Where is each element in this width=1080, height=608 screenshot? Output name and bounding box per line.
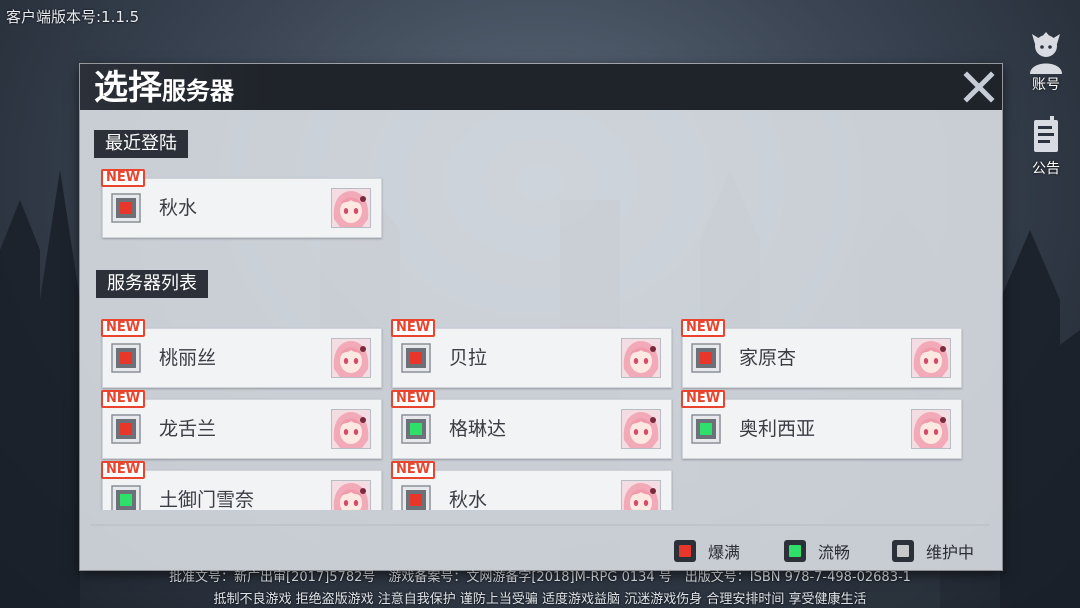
full-status-icon bbox=[111, 343, 141, 373]
character-avatar bbox=[621, 409, 661, 449]
server-card[interactable]: 贝拉 NEW bbox=[391, 319, 672, 388]
account-icon bbox=[1026, 30, 1066, 74]
server-list[interactable]: 桃丽丝 NEW 贝拉 NEW 家原杏 NEW 龙舌兰 NEW 格琳达 NEW 奥利西亚 NEW 土御门雪… bbox=[94, 314, 994, 510]
new-badge: NEW bbox=[391, 390, 436, 408]
server-name: 奥利西亚 bbox=[739, 418, 816, 440]
server-name: 土御门雪奈 bbox=[159, 489, 255, 510]
smooth-status-icon bbox=[401, 414, 431, 444]
server-card[interactable]: 秋水 NEW bbox=[101, 169, 382, 238]
server-card[interactable]: 家原杏 NEW bbox=[681, 319, 962, 388]
full-status-icon bbox=[691, 343, 721, 373]
new-badge: NEW bbox=[681, 390, 726, 408]
server-card[interactable]: 格琳达 NEW bbox=[391, 390, 672, 459]
character-avatar bbox=[331, 480, 371, 510]
smooth-status-icon bbox=[784, 540, 806, 562]
character-avatar bbox=[331, 409, 371, 449]
title-main: 选择 bbox=[94, 68, 162, 108]
dialog-title: 选择 服务器 bbox=[80, 64, 266, 110]
full-status-icon bbox=[674, 540, 696, 562]
dialog-header: 选择 服务器 bbox=[80, 64, 1002, 110]
health-advisory: 抵制不良游戏 拒绝盗版游戏 注意自我保护 谨防上当受骗 适度游戏益脑 沉迷游戏伤… bbox=[213, 592, 867, 607]
legend-maintenance-label: 维护中 bbox=[926, 543, 975, 562]
new-badge: NEW bbox=[391, 461, 436, 479]
server-card[interactable]: 秋水 NEW bbox=[391, 461, 672, 510]
server-card[interactable]: 土御门雪奈 NEW bbox=[101, 461, 382, 510]
server-card[interactable]: 龙舌兰 NEW bbox=[101, 390, 382, 459]
new-badge: NEW bbox=[101, 390, 146, 408]
server-name: 格琳达 bbox=[449, 418, 507, 440]
full-status-icon bbox=[111, 414, 141, 444]
smooth-status-icon bbox=[111, 485, 141, 510]
legend-smooth: 流畅 bbox=[784, 538, 850, 564]
new-badge: NEW bbox=[681, 319, 726, 337]
server-name: 家原杏 bbox=[739, 347, 797, 369]
server-name: 秋水 bbox=[159, 197, 198, 219]
account-label: 账号 bbox=[1032, 77, 1060, 93]
title-sub: 服务器 bbox=[162, 77, 234, 105]
notice-label: 公告 bbox=[1032, 161, 1060, 177]
character-avatar bbox=[911, 338, 951, 378]
character-avatar bbox=[331, 188, 371, 228]
server-name: 龙舌兰 bbox=[159, 418, 217, 440]
close-icon bbox=[963, 71, 995, 103]
new-badge: NEW bbox=[101, 169, 146, 187]
recent-login-label: 最近登陆 bbox=[94, 130, 188, 158]
maintenance-status-icon bbox=[892, 540, 914, 562]
new-badge: NEW bbox=[101, 461, 146, 479]
notice-icon bbox=[1026, 114, 1066, 158]
client-version: 客户端版本号:1.1.5 bbox=[6, 8, 140, 26]
legend-full: 爆满 bbox=[674, 538, 740, 564]
server-name: 贝拉 bbox=[449, 347, 488, 369]
account-button[interactable]: 账号 bbox=[1024, 30, 1068, 94]
server-card[interactable]: 桃丽丝 NEW bbox=[101, 319, 382, 388]
new-badge: NEW bbox=[391, 319, 436, 337]
character-avatar bbox=[621, 480, 661, 510]
smooth-status-icon bbox=[691, 414, 721, 444]
character-avatar bbox=[621, 338, 661, 378]
server-list-label: 服务器列表 bbox=[96, 270, 208, 298]
server-select-dialog: 选择 服务器 最近登陆 服务器列表 桃丽丝 NEW 贝拉 NEW 家原杏 NEW 龙舌兰 NE… bbox=[80, 64, 1002, 570]
server-name: 桃丽丝 bbox=[159, 347, 217, 369]
new-badge: NEW bbox=[101, 319, 146, 337]
full-status-icon bbox=[401, 343, 431, 373]
notice-button[interactable]: 公告 bbox=[1024, 114, 1068, 178]
legend-maintenance: 维护中 bbox=[892, 538, 974, 564]
server-card[interactable]: 奥利西亚 NEW bbox=[681, 390, 962, 459]
full-status-icon bbox=[111, 193, 141, 223]
legend-smooth-label: 流畅 bbox=[818, 543, 851, 562]
server-name: 秋水 bbox=[449, 489, 488, 510]
legend-full-label: 爆满 bbox=[708, 543, 741, 562]
character-avatar bbox=[331, 338, 371, 378]
full-status-icon bbox=[401, 485, 431, 510]
character-avatar bbox=[911, 409, 951, 449]
close-button[interactable] bbox=[962, 70, 996, 104]
divider bbox=[90, 524, 990, 526]
